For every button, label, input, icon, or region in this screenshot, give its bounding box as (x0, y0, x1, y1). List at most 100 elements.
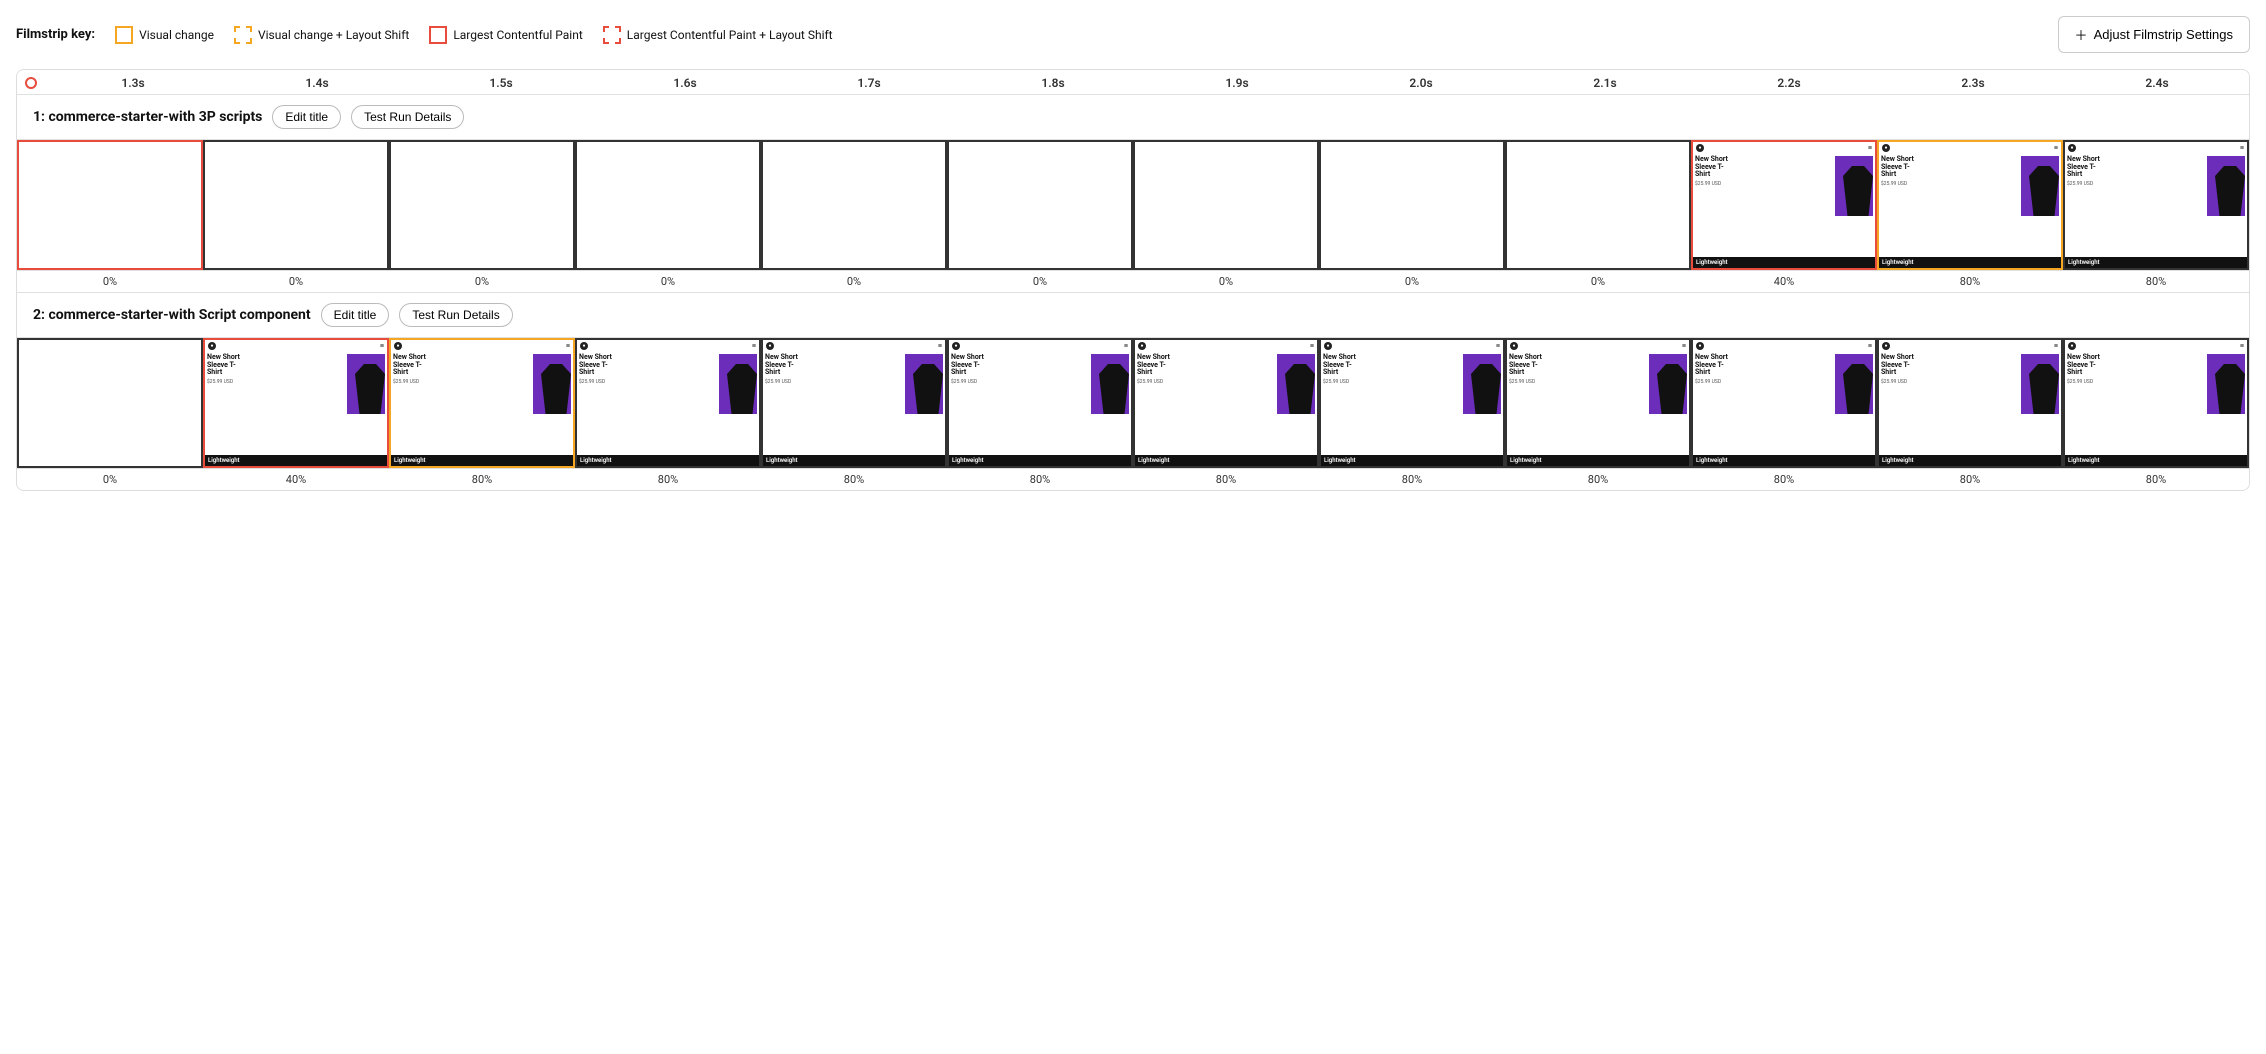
percent-cell-3: 80% (575, 469, 761, 490)
product-footer: Lightweight (1879, 455, 2061, 466)
run2-edit-title-button[interactable]: Edit title (321, 303, 390, 327)
product-title: New ShortSleeve T-Shirt (2067, 354, 2205, 377)
product-image (533, 354, 571, 414)
run1-test-run-details-button[interactable]: Test Run Details (351, 105, 464, 129)
shirt-shape (1471, 364, 1501, 414)
product-price: $25.99 USD (2067, 181, 2205, 187)
product-top-bar: ● ≡ (1507, 340, 1689, 352)
percent-cell-5: 80% (947, 469, 1133, 490)
frame-box-6: ● ≡ New ShortSleeve T-Shirt $25.99 USD L… (1133, 338, 1319, 468)
timeline-tick-7: 2.0s (1329, 76, 1513, 90)
product-icon: ● (1510, 342, 1518, 350)
shirt-shape (2029, 166, 2059, 216)
run2-title: 2: commerce-starter-with Script componen… (33, 307, 311, 323)
product-footer: Lightweight (1135, 455, 1317, 466)
frame-cell-7: ● ≡ New ShortSleeve T-Shirt $25.99 USD L… (1319, 338, 1505, 468)
frame-box-0 (17, 338, 203, 468)
legend-text-visual-change: Visual change (139, 28, 214, 42)
shirt-shape (2215, 166, 2245, 216)
product-text-area: New ShortSleeve T-Shirt $25.99 USD (1881, 156, 2019, 255)
product-footer: Lightweight (1879, 257, 2061, 268)
frame-cell-4 (761, 140, 947, 270)
product-body: New ShortSleeve T-Shirt $25.99 USD (1693, 352, 1875, 455)
product-card: ● ≡ New ShortSleeve T-Shirt $25.99 USD L… (763, 340, 945, 466)
product-menu-icon: ≡ (1868, 144, 1872, 152)
product-title: New ShortSleeve T-Shirt (1881, 354, 2019, 377)
percent-cell-9: 80% (1691, 469, 1877, 490)
top-bar: Filmstrip key: Visual change Visual chan… (16, 16, 2250, 53)
product-body: New ShortSleeve T-Shirt $25.99 USD (1693, 154, 1875, 257)
timeline-dot (25, 77, 37, 89)
frame-cell-4: ● ≡ New ShortSleeve T-Shirt $25.99 USD L… (761, 338, 947, 468)
product-card: ● ≡ New ShortSleeve T-Shirt $25.99 USD L… (1693, 340, 1875, 466)
product-menu-icon: ≡ (566, 342, 570, 350)
frame-cell-2 (389, 140, 575, 270)
product-body: New ShortSleeve T-Shirt $25.99 USD (2065, 352, 2247, 455)
product-footer: Lightweight (763, 455, 945, 466)
timeline-tick-9: 2.2s (1697, 76, 1881, 90)
product-top-bar: ● ≡ (1693, 142, 1875, 154)
product-icon: ● (1882, 342, 1890, 350)
legend-item-lcp-layout-shift: Largest Contentful Paint + Layout Shift (603, 26, 833, 44)
product-card: ● ≡ New ShortSleeve T-Shirt $25.99 USD L… (1135, 340, 1317, 466)
product-image (1277, 354, 1315, 414)
product-text-area: New ShortSleeve T-Shirt $25.99 USD (1323, 354, 1461, 453)
product-footer: Lightweight (577, 455, 759, 466)
frame-box-0 (17, 140, 203, 270)
run2-header: 2: commerce-starter-with Script componen… (17, 293, 2249, 338)
frame-empty (205, 142, 387, 268)
product-footer: Lightweight (1693, 257, 1875, 268)
frame-box-7 (1319, 140, 1505, 270)
product-title: New ShortSleeve T-Shirt (393, 354, 531, 377)
run2-test-run-details-button[interactable]: Test Run Details (399, 303, 512, 327)
legend-item-lcp: Largest Contentful Paint (429, 26, 582, 44)
shirt-shape (913, 364, 943, 414)
legend: Filmstrip key: Visual change Visual chan… (16, 26, 833, 44)
product-title: New ShortSleeve T-Shirt (1695, 156, 1833, 179)
product-icon: ● (1696, 342, 1704, 350)
frame-box-2 (389, 140, 575, 270)
product-top-bar: ● ≡ (205, 340, 387, 352)
percent-cell-7: 80% (1319, 469, 1505, 490)
legend-item-visual-change: Visual change (115, 26, 214, 44)
shirt-shape (2029, 364, 2059, 414)
product-image (1835, 354, 1873, 414)
shirt-shape (1657, 364, 1687, 414)
frame-empty (19, 340, 201, 466)
timeline-tick-10: 2.3s (1881, 76, 2065, 90)
product-text-area: New ShortSleeve T-Shirt $25.99 USD (2067, 156, 2205, 255)
product-icon: ● (1696, 144, 1704, 152)
run2-percent-row: 0%40%80%80%80%80%80%80%80%80%80%80% (17, 468, 2249, 490)
frame-cell-3 (575, 140, 761, 270)
adjust-filmstrip-button[interactable]: ＋ Adjust Filmstrip Settings (2058, 16, 2250, 53)
product-text-area: New ShortSleeve T-Shirt $25.99 USD (1695, 156, 1833, 255)
product-icon: ● (580, 342, 588, 350)
product-body: New ShortSleeve T-Shirt $25.99 USD (763, 352, 945, 455)
product-body: New ShortSleeve T-Shirt $25.99 USD (1879, 352, 2061, 455)
product-menu-icon: ≡ (1868, 342, 1872, 350)
product-body: New ShortSleeve T-Shirt $25.99 USD (1507, 352, 1689, 455)
product-card: ● ≡ New ShortSleeve T-Shirt $25.99 USD L… (2065, 142, 2247, 268)
product-title: New ShortSleeve T-Shirt (2067, 156, 2205, 179)
product-card: ● ≡ New ShortSleeve T-Shirt $25.99 USD L… (577, 340, 759, 466)
product-menu-icon: ≡ (2054, 342, 2058, 350)
shirt-shape (355, 364, 385, 414)
frame-empty (1507, 142, 1689, 268)
run1-edit-title-button[interactable]: Edit title (272, 105, 341, 129)
product-image (1649, 354, 1687, 414)
frame-cell-3: ● ≡ New ShortSleeve T-Shirt $25.99 USD L… (575, 338, 761, 468)
percent-cell-10: 80% (1877, 469, 2063, 490)
shirt-shape (1099, 364, 1129, 414)
frame-cell-11: ● ≡ New ShortSleeve T-Shirt $25.99 USD L… (2063, 140, 2249, 270)
product-price: $25.99 USD (579, 379, 717, 385)
frame-cell-1: ● ≡ New ShortSleeve T-Shirt $25.99 USD L… (203, 338, 389, 468)
percent-cell-5: 0% (947, 271, 1133, 292)
legend-item-visual-change-layout-shift: Visual change + Layout Shift (234, 26, 409, 44)
frame-empty (19, 142, 201, 268)
product-image (1091, 354, 1129, 414)
frame-cell-11: ● ≡ New ShortSleeve T-Shirt $25.99 USD L… (2063, 338, 2249, 468)
product-card: ● ≡ New ShortSleeve T-Shirt $25.99 USD L… (1321, 340, 1503, 466)
frame-box-10: ● ≡ New ShortSleeve T-Shirt $25.99 USD L… (1877, 338, 2063, 468)
product-top-bar: ● ≡ (2065, 340, 2247, 352)
frame-cell-10: ● ≡ New ShortSleeve T-Shirt $25.99 USD L… (1877, 338, 2063, 468)
